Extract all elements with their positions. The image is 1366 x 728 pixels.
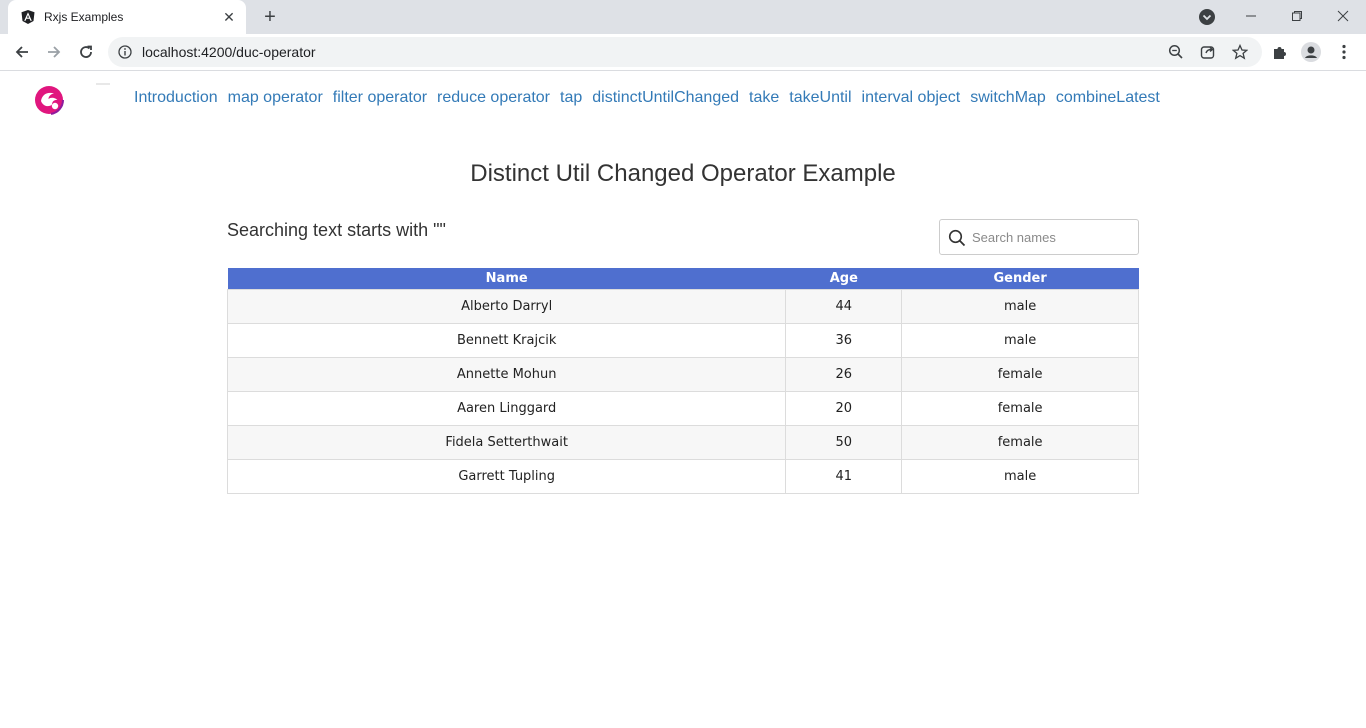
search-input[interactable] — [972, 227, 1132, 247]
back-arrow-icon[interactable] — [8, 38, 36, 66]
nav-link-interval-object[interactable]: interval object — [862, 88, 961, 108]
header-age[interactable]: Age — [785, 268, 902, 289]
table-row: Bennett Krajcik 36 male — [226, 322, 1139, 358]
top-navigation: Introduction map operator filter operato… — [134, 88, 1170, 108]
cell-age: 36 — [785, 322, 903, 358]
restore-icon[interactable] — [1274, 0, 1320, 32]
share-icon[interactable] — [1200, 44, 1216, 60]
logo-divider — [96, 83, 110, 85]
cell-gender: male — [901, 458, 1139, 494]
table-row: Alberto Darryl 44 male — [226, 288, 1139, 324]
browser-tab-strip: Rxjs Examples ✕ + — [0, 0, 1366, 34]
angular-favicon-icon — [21, 10, 35, 24]
search-box[interactable] — [939, 219, 1139, 255]
nav-link-distinct-until-changed[interactable]: distinctUntilChanged — [592, 88, 739, 108]
table-row: Aaren Linggard 20 female — [226, 390, 1139, 426]
cell-gender: female — [901, 390, 1139, 426]
cell-name: Garrett Tupling — [226, 458, 787, 494]
nav-link-introduction[interactable]: Introduction — [134, 88, 218, 108]
cell-age: 20 — [785, 390, 903, 426]
nav-link-switch-map[interactable]: switchMap — [970, 88, 1046, 108]
table-row: Garrett Tupling 41 male — [226, 458, 1139, 494]
page-title: Distinct Util Changed Operator Example — [470, 160, 896, 187]
cell-age: 41 — [785, 458, 903, 494]
tab-title: Rxjs Examples — [44, 10, 124, 24]
cell-age: 26 — [785, 356, 903, 392]
browser-toolbar: localhost:4200/duc-operator — [0, 34, 1366, 71]
nav-link-take-until[interactable]: takeUntil — [789, 88, 851, 108]
cell-age: 50 — [785, 424, 903, 460]
nav-link-tap[interactable]: tap — [560, 88, 582, 108]
browser-menu-icon[interactable] — [1334, 42, 1354, 62]
zoom-icon[interactable] — [1168, 44, 1184, 60]
minimize-icon[interactable] — [1228, 0, 1274, 32]
people-table: Name Age Gender Alberto Darryl 44 male B… — [226, 268, 1139, 494]
cell-gender: male — [901, 288, 1139, 324]
nav-link-filter-operator[interactable]: filter operator — [333, 88, 427, 108]
close-window-icon[interactable] — [1320, 0, 1366, 32]
bookmark-star-icon[interactable] — [1232, 44, 1248, 60]
cell-gender: female — [901, 356, 1139, 392]
nav-link-map-operator[interactable]: map operator — [228, 88, 323, 108]
tab-close-icon[interactable]: ✕ — [220, 8, 238, 26]
forward-arrow-icon[interactable] — [40, 38, 68, 66]
url-text[interactable]: localhost:4200/duc-operator — [142, 44, 316, 60]
extensions-puzzle-icon[interactable] — [1270, 42, 1290, 62]
cell-name: Annette Mohun — [226, 356, 787, 392]
nav-link-reduce-operator[interactable]: reduce operator — [437, 88, 550, 108]
header-name[interactable]: Name — [227, 268, 786, 289]
tab-search-icon[interactable] — [1198, 8, 1216, 26]
address-bar[interactable]: localhost:4200/duc-operator — [108, 37, 1262, 67]
nav-link-combine-latest[interactable]: combineLatest — [1056, 88, 1160, 108]
reload-icon[interactable] — [72, 38, 100, 66]
site-info-icon[interactable] — [118, 45, 132, 59]
cell-name: Fidela Setterthwait — [226, 424, 787, 460]
table-row: Annette Mohun 26 female — [226, 356, 1139, 392]
nav-link-take[interactable]: take — [749, 88, 779, 108]
search-icon — [948, 229, 966, 247]
new-tab-icon[interactable]: + — [258, 5, 282, 29]
rxjs-logo-icon[interactable] — [33, 84, 65, 116]
header-gender[interactable]: Gender — [901, 268, 1139, 289]
cell-name: Bennett Krajcik — [226, 322, 787, 358]
profile-avatar-icon[interactable] — [1301, 42, 1321, 62]
cell-name: Aaren Linggard — [226, 390, 787, 426]
cell-gender: male — [901, 322, 1139, 358]
table-row: Fidela Setterthwait 50 female — [226, 424, 1139, 460]
cell-gender: female — [901, 424, 1139, 460]
table-header-row: Name Age Gender — [227, 268, 1139, 289]
cell-age: 44 — [785, 288, 903, 324]
cell-name: Alberto Darryl — [226, 288, 787, 324]
search-caption: Searching text starts with "" — [227, 220, 446, 240]
browser-tab[interactable]: Rxjs Examples ✕ — [8, 0, 246, 34]
